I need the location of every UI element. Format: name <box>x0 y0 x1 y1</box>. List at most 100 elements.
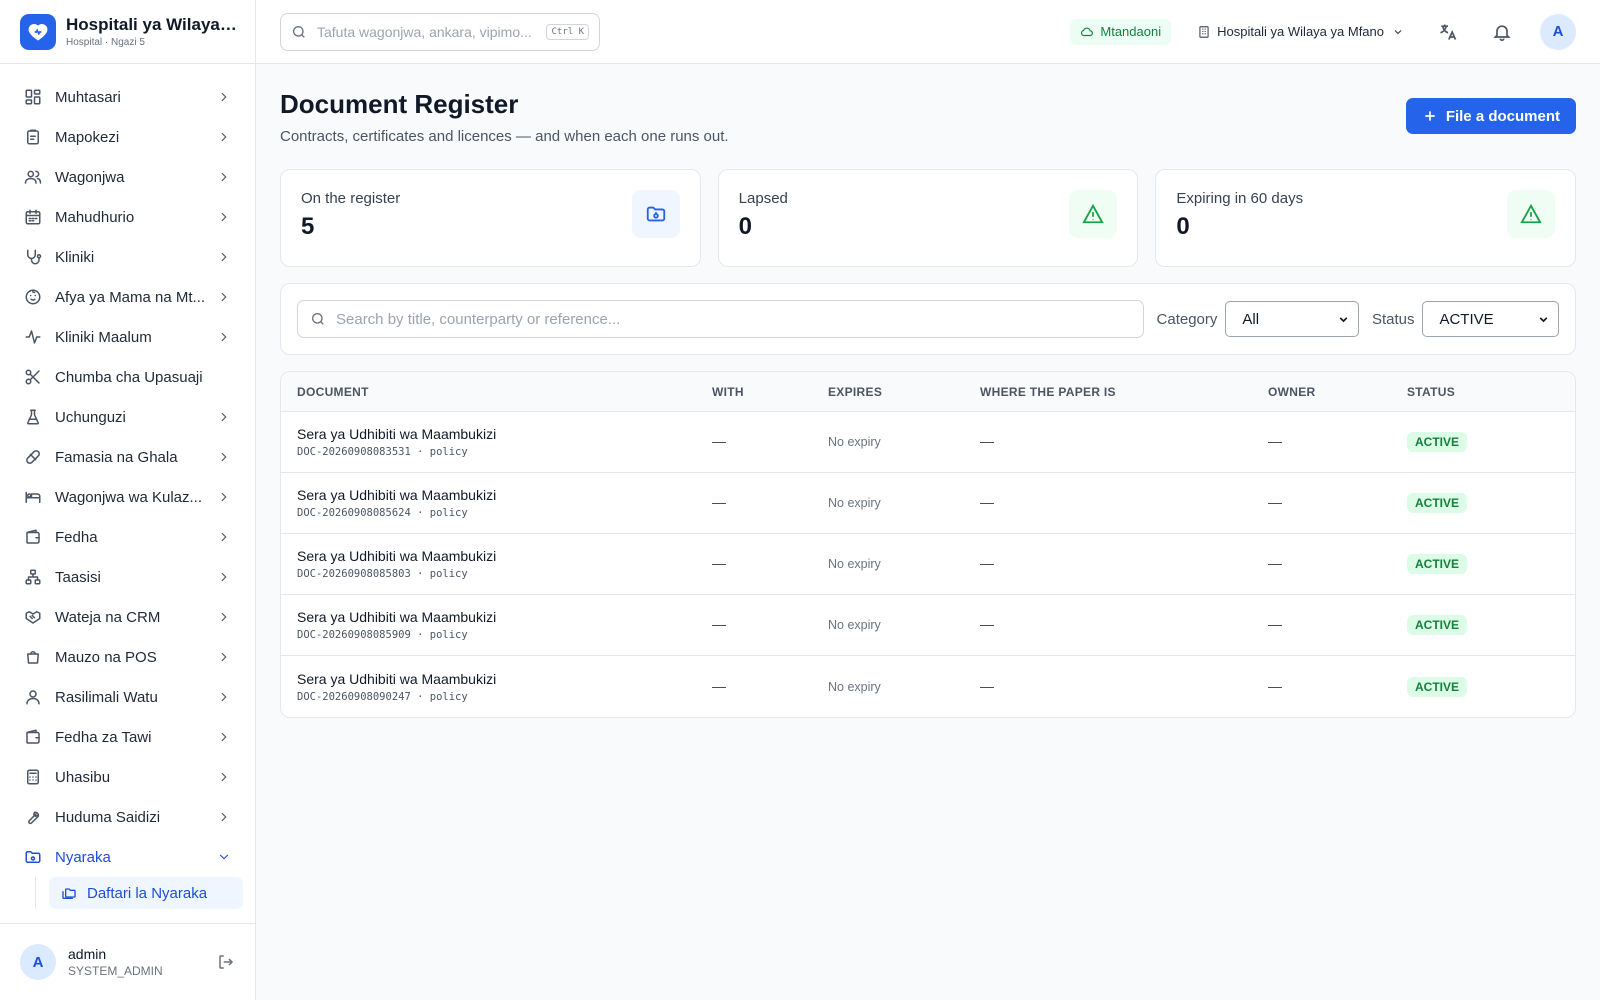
document-owner: — <box>1268 677 1282 694</box>
column-header[interactable]: WHERE THE PAPER IS <box>980 385 1268 399</box>
users-icon <box>24 170 42 184</box>
calendar-icon <box>25 209 41 225</box>
online-status-text: Mtandaoni <box>1100 24 1162 39</box>
user-role: SYSTEM_ADMIN <box>68 964 163 978</box>
document-reference: DOC-20260908085909 · policy <box>297 629 468 641</box>
column-header[interactable]: OWNER <box>1268 385 1407 399</box>
chevron-right-icon <box>221 452 227 462</box>
table-row[interactable]: Sera ya Udhibiti wa Maambukizi DOC-202609… <box>281 473 1575 534</box>
stat-value: 0 <box>1176 213 1190 240</box>
stat-label: Expiring in 60 days <box>1176 190 1304 207</box>
app-subtitle: Hospital · Ngazi 5 <box>66 37 145 48</box>
chevron-right-icon <box>221 332 227 342</box>
sidebar-item-label: Daftari la Nyaraka <box>87 884 208 902</box>
avatar[interactable]: A <box>1540 13 1576 50</box>
sidebar-item-mapokezi[interactable]: Mapokezi <box>12 117 243 157</box>
heart-logo-icon <box>20 13 56 50</box>
sidebar-item-daftari-la-nyaraka[interactable]: Daftari la Nyaraka <box>49 877 243 909</box>
sidebar-item-uchunguzi[interactable]: Uchunguzi <box>12 397 243 437</box>
document-with: — <box>712 616 726 632</box>
global-search-input[interactable]: Tafuta wagonjwa, ankara, vipimo... Ctrl … <box>280 12 600 51</box>
status-badge: ACTIVE <box>1407 554 1468 574</box>
alert-triangle-icon <box>1069 190 1118 238</box>
sidebar-item-wagonjwa[interactable]: Wagonjwa <box>12 157 243 197</box>
sidebar-item-label: Nyaraka <box>55 848 111 866</box>
sidebar-item-taasisi[interactable]: Taasisi <box>12 557 243 597</box>
page-subtitle: Contracts, certificates and licences — a… <box>280 128 729 145</box>
sidebar-item-label: Famasia na Ghala <box>55 448 178 466</box>
table-row[interactable]: Sera ya Udhibiti wa Maambukizi DOC-202609… <box>281 656 1575 717</box>
sidebar-item-chumba-cha-upasuaji[interactable]: Chumba cha Upasuaji <box>12 357 243 397</box>
sidebar-item-famasia-na-ghala[interactable]: Famasia na Ghala <box>12 437 243 477</box>
facility-switcher[interactable]: Hospitali ya Wilaya ya Mfano <box>1197 24 1404 39</box>
topbar: Tafuta wagonjwa, ankara, vipimo... Ctrl … <box>256 0 1600 64</box>
sidebar-item-mauzo-na-pos[interactable]: Mauzo na POS <box>12 637 243 677</box>
logout-icon[interactable] <box>217 953 235 971</box>
chevron-right-icon <box>221 532 227 542</box>
document-title[interactable]: Sera ya Udhibiti wa Maambukizi <box>297 426 712 442</box>
plus-icon <box>1425 111 1435 121</box>
column-header[interactable]: EXPIRES <box>828 385 980 399</box>
document-with: — <box>712 433 726 449</box>
column-header[interactable]: DOCUMENT <box>281 385 712 399</box>
chevron-right-icon <box>221 772 227 782</box>
sidebar-item-wateja-na-crm[interactable]: Wateja na CRM <box>12 597 243 637</box>
document-owner: — <box>1268 433 1282 449</box>
dashboard-icon <box>25 89 41 105</box>
document-title[interactable]: Sera ya Udhibiti wa Maambukizi <box>297 548 712 564</box>
sidebar-item-label: Fedha za Tawi <box>55 728 152 746</box>
table-row[interactable]: Sera ya Udhibiti wa Maambukizi DOC-202609… <box>281 412 1575 473</box>
network-icon <box>25 569 41 585</box>
chevron-right-icon <box>221 812 227 822</box>
brand[interactable]: Hospitali ya Wilaya ... Hospital · Ngazi… <box>0 0 255 64</box>
sidebar-item-label: Wagonjwa <box>55 168 125 186</box>
sidebar-item-mahudhurio[interactable]: Mahudhurio <box>12 197 243 237</box>
sidebar-item-muhtasari[interactable]: Muhtasari <box>12 77 243 117</box>
sidebar-item-kliniki[interactable]: Kliniki <box>12 237 243 277</box>
cloud-icon <box>1081 27 1094 36</box>
sidebar-item-kliniki-maalum[interactable]: Kliniki Maalum <box>12 317 243 357</box>
stat-card-register: On the register 5 <box>280 169 701 267</box>
stat-label: Lapsed <box>738 190 788 207</box>
table-row[interactable]: Sera ya Udhibiti wa Maambukizi DOC-202609… <box>281 595 1575 656</box>
column-header[interactable]: WITH <box>712 385 828 399</box>
sidebar-item-wagonjwa-wa-kulaz[interactable]: Wagonjwa wa Kulaz... <box>12 477 243 517</box>
document-title[interactable]: Sera ya Udhibiti wa Maambukizi <box>297 609 712 625</box>
online-status-badge: Mtandaoni <box>1070 18 1172 45</box>
sidebar-item-label: Afya ya Mama na Mt... <box>55 288 206 306</box>
document-location: — <box>980 555 994 571</box>
status-badge: ACTIVE <box>1407 432 1468 452</box>
page-title: Document Register <box>280 89 519 119</box>
folder-icon <box>631 190 680 238</box>
avatar[interactable]: A <box>20 944 56 980</box>
sidebar-nav: Muhtasari Mapokezi Wagonjwa Mahudhurio Klini… <box>0 64 255 922</box>
document-owner: — <box>1268 494 1282 510</box>
sidebar-item-uhasibu[interactable]: Uhasibu <box>12 757 243 797</box>
chevron-right-icon <box>221 172 227 182</box>
sidebar-item-nyaraka[interactable]: Nyaraka <box>12 837 243 877</box>
sidebar-item-fedha-za-tawi[interactable]: Fedha za Tawi <box>12 717 243 757</box>
activity-icon <box>25 330 41 344</box>
document-title[interactable]: Sera ya Udhibiti wa Maambukizi <box>297 487 712 503</box>
table-row[interactable]: Sera ya Udhibiti wa Maambukizi DOC-202609… <box>281 534 1575 595</box>
sidebar-item-rasilimali-watu[interactable]: Rasilimali Watu <box>12 677 243 717</box>
folder-icon <box>25 851 41 863</box>
status-select[interactable]: ACTIVE <box>1422 301 1559 337</box>
column-header[interactable]: STATUS <box>1407 385 1575 399</box>
chevron-right-icon <box>221 652 227 662</box>
alert-triangle-icon <box>1507 190 1556 238</box>
calculator-icon <box>27 769 39 785</box>
file-document-button[interactable]: File a document <box>1405 98 1576 134</box>
sidebar-item-huduma-saidizi[interactable]: Huduma Saidizi <box>12 797 243 837</box>
document-title[interactable]: Sera ya Udhibiti wa Maambukizi <box>297 671 712 687</box>
sidebar-item-afya-ya-mama-na-mt[interactable]: Afya ya Mama na Mt... <box>12 277 243 317</box>
translate-icon[interactable] <box>1438 22 1458 42</box>
main-content: Document Register Contracts, certificate… <box>280 64 1577 718</box>
search-icon <box>293 25 305 38</box>
sidebar-item-fedha[interactable]: Fedha <box>12 517 243 557</box>
document-search-input[interactable]: Search by title, counterparty or referen… <box>297 300 1144 338</box>
category-select[interactable]: All <box>1225 301 1359 337</box>
document-with: — <box>712 555 726 571</box>
bell-icon[interactable] <box>1492 22 1512 42</box>
wallet-icon <box>26 729 40 744</box>
